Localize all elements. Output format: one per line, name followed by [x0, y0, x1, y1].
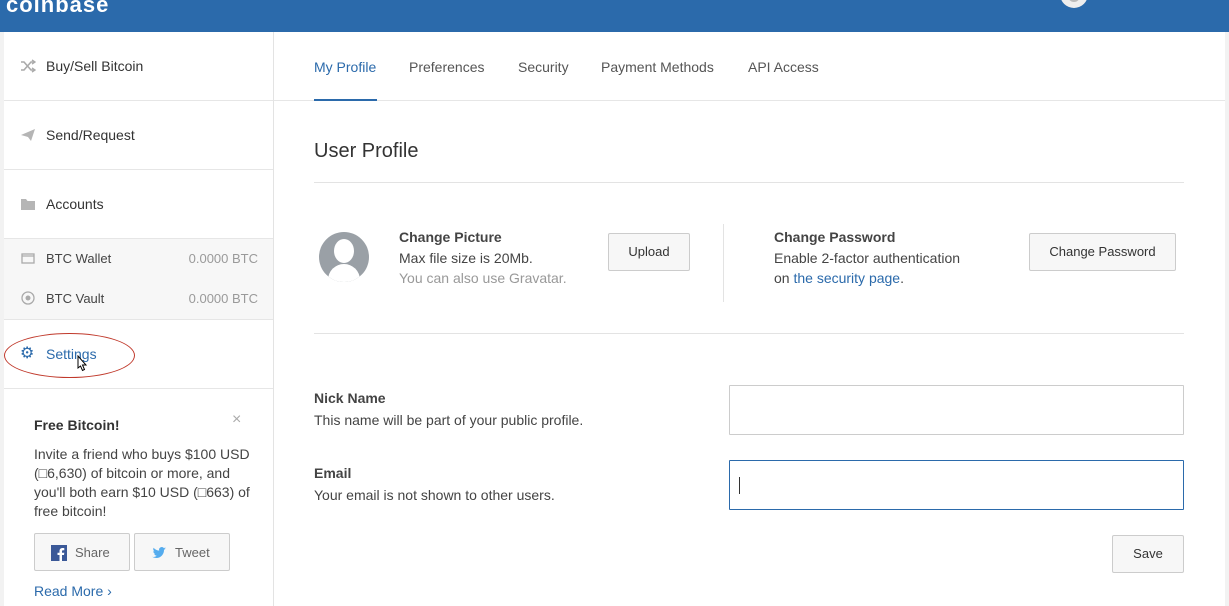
paper-plane-icon — [21, 129, 35, 141]
nick-name-help: This name will be part of your public pr… — [314, 412, 584, 428]
save-button[interactable]: Save — [1112, 535, 1184, 573]
nick-name-input[interactable] — [729, 385, 1184, 435]
change-picture-title: Change Picture — [399, 229, 502, 245]
sidebar-item-label: Buy/Sell Bitcoin — [46, 58, 144, 74]
tab-my-profile[interactable]: My Profile — [314, 59, 376, 75]
email-help: Your email is not shown to other users. — [314, 487, 555, 503]
promo-title: Free Bitcoin! — [34, 417, 120, 433]
accounts-sub-list: BTC Wallet 0.0000 BTC BTC Vault 0.0000 B… — [4, 239, 273, 320]
tab-api-access[interactable]: API Access — [748, 59, 819, 75]
settings-tabs: My Profile Preferences Security Payment … — [274, 32, 1225, 101]
account-balance: 0.0000 BTC — [188, 291, 258, 306]
share-label: Share — [75, 545, 110, 560]
change-picture-help: Max file size is 20Mb. — [399, 250, 533, 266]
sidebar-item-settings[interactable]: ⚙ Settings — [4, 320, 273, 389]
user-avatar-icon[interactable] — [1060, 0, 1088, 8]
security-page-help: on the security page. — [774, 270, 904, 286]
tweet-label: Tweet — [175, 545, 210, 560]
vault-icon — [21, 291, 35, 305]
close-icon[interactable]: × — [232, 411, 241, 429]
sidebar-item-buy-sell[interactable]: Buy/Sell Bitcoin — [4, 32, 273, 101]
security-page-link[interactable]: the security page — [793, 270, 900, 286]
mouse-cursor-icon — [77, 355, 88, 372]
change-password-title: Change Password — [774, 229, 896, 245]
email-input[interactable] — [729, 460, 1184, 510]
sidebar: Buy/Sell Bitcoin Send/Request Accounts B… — [4, 32, 274, 606]
tweet-button[interactable]: Tweet — [134, 533, 230, 571]
account-name: BTC Wallet — [46, 251, 112, 266]
change-password-button[interactable]: Change Password — [1029, 233, 1176, 271]
brand-logo[interactable]: coinbase — [6, 0, 109, 18]
read-more-link[interactable]: Read More › — [34, 583, 112, 599]
active-tab-indicator — [314, 99, 377, 101]
account-name: BTC Vault — [46, 291, 105, 306]
page-title: User Profile — [314, 140, 419, 162]
main-content: My Profile Preferences Security Payment … — [274, 32, 1225, 606]
top-header-bar: coinbase — [0, 0, 1229, 32]
profile-avatar — [319, 232, 369, 282]
folder-icon — [21, 199, 35, 210]
two-factor-help: Enable 2-factor authentication — [774, 250, 961, 266]
highlight-ellipse — [4, 333, 135, 378]
tab-payment-methods[interactable]: Payment Methods — [601, 59, 714, 75]
upload-button[interactable]: Upload — [608, 233, 690, 271]
nick-name-label: Nick Name — [314, 390, 386, 406]
text-caret — [739, 477, 740, 494]
vertical-divider — [723, 224, 724, 302]
shuffle-icon — [21, 59, 36, 73]
email-label: Email — [314, 465, 352, 481]
account-balance: 0.0000 BTC — [188, 251, 258, 266]
sidebar-item-label: Accounts — [46, 196, 104, 212]
account-row-btc-wallet[interactable]: BTC Wallet 0.0000 BTC — [4, 239, 273, 279]
promo-text: Invite a friend who buys $100 USD (□6,63… — [34, 446, 250, 519]
free-bitcoin-promo: Free Bitcoin! × Invite a friend who buys… — [34, 411, 254, 599]
sidebar-item-label: Send/Request — [46, 127, 135, 143]
gravatar-help: You can also use Gravatar. — [399, 270, 567, 286]
tab-security[interactable]: Security — [518, 59, 569, 75]
divider — [314, 333, 1184, 334]
sidebar-item-send-request[interactable]: Send/Request — [4, 101, 273, 170]
sidebar-item-accounts[interactable]: Accounts — [4, 170, 273, 239]
divider — [314, 182, 1184, 183]
share-button[interactable]: Share — [34, 533, 130, 571]
tab-preferences[interactable]: Preferences — [409, 59, 484, 75]
twitter-icon — [152, 547, 166, 559]
wallet-icon — [21, 253, 35, 264]
account-row-btc-vault[interactable]: BTC Vault 0.0000 BTC — [4, 279, 273, 319]
facebook-icon — [51, 545, 67, 561]
